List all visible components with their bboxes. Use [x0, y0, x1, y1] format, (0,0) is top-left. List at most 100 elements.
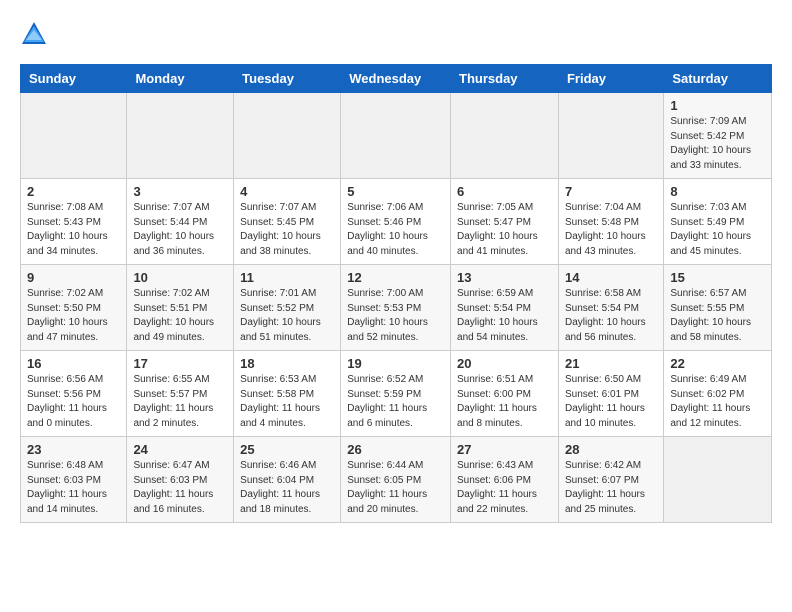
calendar-cell: 11 Sunrise: 7:01 AM Sunset: 5:52 PM Dayli…	[234, 265, 341, 351]
day-info: Sunrise: 6:55 AM Sunset: 5:57 PM Dayligh…	[133, 373, 227, 431]
day-info: Sunrise: 7:00 AM Sunset: 5:53 PM Dayligh…	[347, 287, 444, 345]
day-number: 17	[133, 356, 227, 371]
calendar-cell	[234, 93, 341, 179]
calendar-cell: 28 Sunrise: 6:42 AM Sunset: 6:07 PM Dayli…	[558, 437, 663, 523]
day-number: 7	[565, 184, 657, 199]
day-number: 4	[240, 184, 334, 199]
day-info: Sunrise: 7:09 AM Sunset: 5:42 PM Dayligh…	[670, 115, 765, 173]
weekday-header-wednesday: Wednesday	[341, 65, 451, 93]
calendar-week-row-4: 16 Sunrise: 6:56 AM Sunset: 5:56 PM Dayli…	[21, 351, 772, 437]
day-info: Sunrise: 7:08 AM Sunset: 5:43 PM Dayligh…	[27, 201, 120, 259]
weekday-header-sunday: Sunday	[21, 65, 127, 93]
logo-icon	[20, 20, 48, 48]
day-number: 27	[457, 442, 552, 457]
day-number: 23	[27, 442, 120, 457]
calendar-cell	[127, 93, 234, 179]
calendar-cell: 25Sunrise: 6:46 AM Sunset: 6:04 PM Dayli…	[234, 437, 341, 523]
calendar-cell	[21, 93, 127, 179]
day-info: Sunrise: 6:58 AM Sunset: 5:54 PM Dayligh…	[565, 287, 657, 345]
day-number: 28	[565, 442, 657, 457]
calendar-cell	[341, 93, 451, 179]
calendar-cell: 27 Sunrise: 6:43 AM Sunset: 6:06 PM Dayli…	[451, 437, 559, 523]
weekday-header-saturday: Saturday	[664, 65, 772, 93]
day-number: 12	[347, 270, 444, 285]
day-info: Sunrise: 7:04 AM Sunset: 5:48 PM Dayligh…	[565, 201, 657, 259]
day-info: Sunrise: 7:01 AM Sunset: 5:52 PM Dayligh…	[240, 287, 334, 345]
weekday-header-thursday: Thursday	[451, 65, 559, 93]
calendar-cell: 4 Sunrise: 7:07 AM Sunset: 5:45 PM Daylig…	[234, 179, 341, 265]
day-info: Sunrise: 7:07 AM Sunset: 5:45 PM Dayligh…	[240, 201, 334, 259]
calendar-cell: 21 Sunrise: 6:50 AM Sunset: 6:01 PM Dayli…	[558, 351, 663, 437]
day-number: 11	[240, 270, 334, 285]
day-info: Sunrise: 7:07 AM Sunset: 5:44 PM Dayligh…	[133, 201, 227, 259]
day-number: 3	[133, 184, 227, 199]
calendar-cell: 17 Sunrise: 6:55 AM Sunset: 5:57 PM Dayli…	[127, 351, 234, 437]
calendar-cell: 23 Sunrise: 6:48 AM Sunset: 6:03 PM Dayli…	[21, 437, 127, 523]
day-number: 21	[565, 356, 657, 371]
day-number: 1	[670, 98, 765, 113]
calendar-table: SundayMondayTuesdayWednesdayThursdayFrid…	[20, 64, 772, 523]
calendar-cell: 22 Sunrise: 6:49 AM Sunset: 6:02 PM Dayli…	[664, 351, 772, 437]
day-info: Sunrise: 7:03 AM Sunset: 5:49 PM Dayligh…	[670, 201, 765, 259]
day-number: 19	[347, 356, 444, 371]
weekday-header-row: SundayMondayTuesdayWednesdayThursdayFrid…	[21, 65, 772, 93]
calendar-cell: 6 Sunrise: 7:05 AM Sunset: 5:47 PM Daylig…	[451, 179, 559, 265]
day-number: 20	[457, 356, 552, 371]
day-info: Sunrise: 7:06 AM Sunset: 5:46 PM Dayligh…	[347, 201, 444, 259]
day-number: 9	[27, 270, 120, 285]
day-info: Sunrise: 6:48 AM Sunset: 6:03 PM Dayligh…	[27, 459, 120, 517]
day-info: Sunrise: 7:05 AM Sunset: 5:47 PM Dayligh…	[457, 201, 552, 259]
calendar-week-row-3: 9 Sunrise: 7:02 AM Sunset: 5:50 PM Daylig…	[21, 265, 772, 351]
calendar-cell: 16 Sunrise: 6:56 AM Sunset: 5:56 PM Dayli…	[21, 351, 127, 437]
day-number: 16	[27, 356, 120, 371]
calendar-cell: 1 Sunrise: 7:09 AM Sunset: 5:42 PM Daylig…	[664, 93, 772, 179]
day-info: Sunrise: 6:43 AM Sunset: 6:06 PM Dayligh…	[457, 459, 552, 517]
calendar-week-row-5: 23 Sunrise: 6:48 AM Sunset: 6:03 PM Dayli…	[21, 437, 772, 523]
calendar-cell: 26 Sunrise: 6:44 AM Sunset: 6:05 PM Dayli…	[341, 437, 451, 523]
calendar-cell: 9 Sunrise: 7:02 AM Sunset: 5:50 PM Daylig…	[21, 265, 127, 351]
day-info: Sunrise: 6:57 AM Sunset: 5:55 PM Dayligh…	[670, 287, 765, 345]
calendar-cell: 19 Sunrise: 6:52 AM Sunset: 5:59 PM Dayli…	[341, 351, 451, 437]
calendar-cell	[558, 93, 663, 179]
calendar-cell: 24 Sunrise: 6:47 AM Sunset: 6:03 PM Dayli…	[127, 437, 234, 523]
day-number: 13	[457, 270, 552, 285]
day-number: 22	[670, 356, 765, 371]
calendar-cell	[451, 93, 559, 179]
day-info: Sunrise: 7:02 AM Sunset: 5:50 PM Dayligh…	[27, 287, 120, 345]
day-number: 14	[565, 270, 657, 285]
day-info: Sunrise: 6:51 AM Sunset: 6:00 PM Dayligh…	[457, 373, 552, 431]
calendar-cell: 7 Sunrise: 7:04 AM Sunset: 5:48 PM Daylig…	[558, 179, 663, 265]
day-info: Sunrise: 6:56 AM Sunset: 5:56 PM Dayligh…	[27, 373, 120, 431]
weekday-header-friday: Friday	[558, 65, 663, 93]
calendar-week-row-1: 1 Sunrise: 7:09 AM Sunset: 5:42 PM Daylig…	[21, 93, 772, 179]
weekday-header-monday: Monday	[127, 65, 234, 93]
day-number: 26	[347, 442, 444, 457]
day-info: Sunrise: 6:42 AM Sunset: 6:07 PM Dayligh…	[565, 459, 657, 517]
calendar-cell: 3 Sunrise: 7:07 AM Sunset: 5:44 PM Daylig…	[127, 179, 234, 265]
day-info: Sunrise: 6:50 AM Sunset: 6:01 PM Dayligh…	[565, 373, 657, 431]
day-number: 5	[347, 184, 444, 199]
calendar-cell: 15 Sunrise: 6:57 AM Sunset: 5:55 PM Dayli…	[664, 265, 772, 351]
day-number: 6	[457, 184, 552, 199]
calendar-cell: 8 Sunrise: 7:03 AM Sunset: 5:49 PM Daylig…	[664, 179, 772, 265]
day-info: Sunrise: 6:52 AM Sunset: 5:59 PM Dayligh…	[347, 373, 444, 431]
weekday-header-tuesday: Tuesday	[234, 65, 341, 93]
day-info: Sunrise: 6:47 AM Sunset: 6:03 PM Dayligh…	[133, 459, 227, 517]
day-info: Sunrise: 7:02 AM Sunset: 5:51 PM Dayligh…	[133, 287, 227, 345]
day-info: Sunrise: 6:46 AM Sunset: 6:04 PM Dayligh…	[240, 459, 334, 517]
day-number: 15	[670, 270, 765, 285]
calendar-cell: 10Sunrise: 7:02 AM Sunset: 5:51 PM Dayli…	[127, 265, 234, 351]
day-number: 2	[27, 184, 120, 199]
day-number: 24	[133, 442, 227, 457]
calendar-cell	[664, 437, 772, 523]
calendar-cell: 5 Sunrise: 7:06 AM Sunset: 5:46 PM Daylig…	[341, 179, 451, 265]
day-info: Sunrise: 6:44 AM Sunset: 6:05 PM Dayligh…	[347, 459, 444, 517]
calendar-cell: 18Sunrise: 6:53 AM Sunset: 5:58 PM Dayli…	[234, 351, 341, 437]
calendar-cell: 12 Sunrise: 7:00 AM Sunset: 5:53 PM Dayli…	[341, 265, 451, 351]
calendar-cell: 20 Sunrise: 6:51 AM Sunset: 6:00 PM Dayli…	[451, 351, 559, 437]
day-info: Sunrise: 6:49 AM Sunset: 6:02 PM Dayligh…	[670, 373, 765, 431]
day-info: Sunrise: 6:53 AM Sunset: 5:58 PM Dayligh…	[240, 373, 334, 431]
calendar-cell: 13Sunrise: 6:59 AM Sunset: 5:54 PM Dayli…	[451, 265, 559, 351]
page-header	[20, 20, 772, 48]
day-number: 8	[670, 184, 765, 199]
